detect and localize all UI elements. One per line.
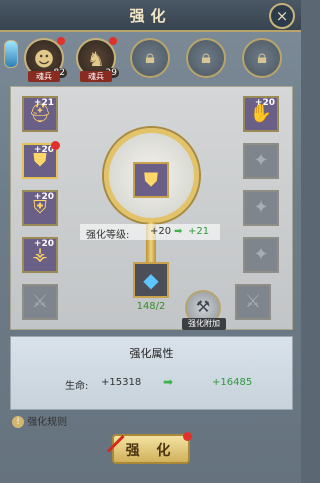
locked-slot-icon: ✦ [253,150,269,171]
locked-hero-slot-1[interactable]: 🔒︎ [130,38,170,78]
slot-level: +20 [254,98,275,108]
blue-crystal-icon: ◆ [143,268,159,292]
stat-current: +15318 [101,377,142,388]
shoulder-armor-icon: ⛊ [143,169,159,191]
locked-hero-slot-2[interactable]: 🔒︎ [186,38,226,78]
equip-slot-weapon-locked-right[interactable]: ⚔ [235,284,271,320]
equip-slot-legs[interactable]: ⚶ +20 [22,237,58,273]
lock-icon: 🔒︎ [145,47,155,68]
lock-icon: 🔒︎ [201,47,211,68]
arrow-right-icon: ➡ [163,375,174,389]
locked-weapon-icon: ⚔ [244,291,262,312]
info-icon: ! [12,416,24,428]
hero-name-1: 魂兵 [28,71,60,82]
slot-level: +21 [33,98,54,108]
current-level: +20 [150,226,172,237]
attach-label: 强化附加 [182,318,226,330]
arrow-right-icon: ➡ [174,226,183,237]
lock-icon: 🔒︎ [257,47,267,68]
attributes-title: 强化属性 [129,347,174,360]
hero-name-2: 魂兵 [80,71,112,82]
equip-slot-locked-2[interactable]: ✦ [243,190,279,226]
equip-slot-gauntlet[interactable]: ✋ +20 [243,96,279,132]
locked-slot-icon: ✦ [253,244,269,265]
equip-slot-shoulder[interactable]: ⛊ +20 [22,141,60,179]
next-level: +21 [188,226,210,237]
gem-ornament-icon [4,40,18,68]
title-bar: 强化 × [0,0,301,32]
window-title: 强化 [129,7,172,25]
close-icon[interactable]: × [269,3,295,29]
equip-slot-locked-1[interactable]: ✦ [243,143,279,179]
locked-slot-icon: ✦ [253,197,269,218]
equip-slot-locked-3[interactable]: ✦ [243,237,279,273]
enhance-button[interactable]: 强 化 [112,432,192,464]
stat-next: +16485 [212,377,253,388]
enhance-window: 强化 × ☻ 82 魂兵 ♞ 29 魂兵 🔒︎ 🔒︎ 🔒︎ ⛑ +21 ⛊ +2… [0,0,301,483]
slot-level: +20 [33,192,54,202]
notification-dot [109,37,117,45]
material-count: 148/2 [136,301,166,312]
locked-hero-slot-3[interactable]: 🔒︎ [242,38,282,78]
material-slot[interactable]: ◆ [133,262,169,298]
notification-dot [183,432,192,441]
rules-label: 强化规则 [27,417,68,428]
enhance-button-label: 强 化 [125,443,177,459]
equip-slot-chest[interactable]: ⛨ +20 [22,190,58,226]
level-label: 强化等级: [86,230,130,241]
locked-weapon-icon: ⚔ [31,291,49,312]
notification-dot [57,37,65,45]
notification-dot [51,141,60,150]
enhance-level-row: 强化等级: +20 ➡ +21 [80,224,220,241]
rules-link[interactable]: ! 强化规则 [12,413,67,431]
equip-slot-weapon-locked[interactable]: ⚔ [22,284,58,320]
stat-label: 生命: [65,381,89,392]
equip-slot-helmet[interactable]: ⛑ +21 [22,96,58,132]
slot-level: +20 [33,239,54,249]
selected-equipment[interactable]: ⛊ [133,162,169,198]
attributes-panel: 强化属性 生命: +15318 ➡ +16485 [10,336,293,410]
